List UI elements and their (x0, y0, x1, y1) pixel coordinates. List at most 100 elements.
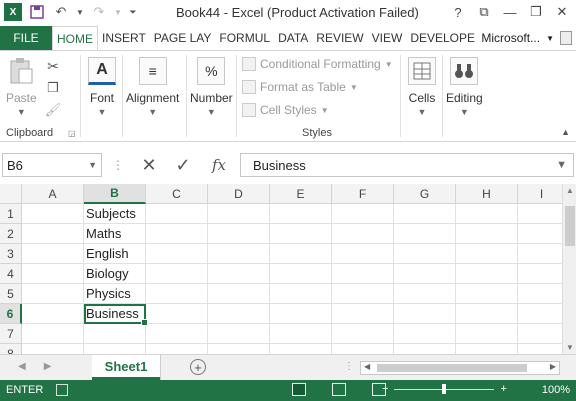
zoom-slider[interactable] (394, 383, 495, 394)
grid-cell-h2[interactable] (456, 224, 518, 244)
cut-icon[interactable]: ✂ (44, 57, 62, 75)
grid-cell-c5[interactable] (146, 284, 208, 304)
collapse-ribbon-icon[interactable]: ▲ (561, 127, 570, 137)
column-header-b[interactable]: B (84, 184, 146, 204)
tab-home[interactable]: HOME (52, 26, 98, 50)
grid-cell-c6[interactable] (146, 304, 208, 324)
macro-recording-icon[interactable] (56, 384, 68, 396)
row-header[interactable]: 1 (0, 204, 22, 224)
grid-cell-c3[interactable] (146, 244, 208, 264)
grid-cell-e1[interactable] (270, 204, 332, 224)
sheet-tab-sheet1[interactable]: Sheet1 (92, 355, 160, 380)
cell-styles-button[interactable]: Cell Styles ▼ (242, 103, 329, 117)
font-button[interactable]: A Font ▼ (88, 57, 116, 117)
vertical-scroll-thumb[interactable] (565, 206, 575, 246)
grid-cell-a7[interactable] (22, 324, 84, 344)
grid-cell-b7[interactable] (84, 324, 146, 344)
next-sheet-icon[interactable]: ▶ (44, 361, 52, 372)
scroll-left-icon[interactable]: ◀ (364, 362, 370, 371)
zoom-level[interactable]: 100% (542, 384, 570, 396)
cancel-entry-icon[interactable]: ✕ (136, 153, 162, 177)
grid-cell-d3[interactable] (208, 244, 270, 264)
grid-cell-e7[interactable] (270, 324, 332, 344)
grid-cell-h1[interactable] (456, 204, 518, 224)
grid-cell-b2[interactable]: Maths (84, 224, 146, 244)
column-header-c[interactable]: C (146, 184, 208, 204)
column-header-h[interactable]: H (456, 184, 518, 204)
row-header[interactable]: 5 (0, 284, 22, 304)
prev-sheet-icon[interactable]: ◀ (18, 361, 26, 372)
undo-dropdown-icon[interactable]: ▼ (76, 3, 84, 21)
confirm-entry-icon[interactable]: ✓ (170, 153, 196, 177)
vertical-scrollbar[interactable]: ▲ ▼ (562, 184, 576, 354)
row-header[interactable]: 7 (0, 324, 22, 344)
grid-cell-i7[interactable] (518, 324, 562, 344)
page-layout-view-icon[interactable] (332, 383, 346, 396)
grid-cell-g3[interactable] (394, 244, 456, 264)
grid-cell-c8[interactable] (146, 344, 208, 354)
grid-cell-i8[interactable] (518, 344, 562, 354)
save-icon[interactable] (28, 3, 46, 21)
clipboard-launcher-icon[interactable]: ◲ (68, 129, 76, 138)
grid-cell-g6[interactable] (394, 304, 456, 324)
grid-cell-c1[interactable] (146, 204, 208, 224)
grid-cell-f2[interactable] (332, 224, 394, 244)
grid-cell-e4[interactable] (270, 264, 332, 284)
grid-cell-g5[interactable] (394, 284, 456, 304)
grid-cell-a4[interactable] (22, 264, 84, 284)
account-menu[interactable]: Microsoft... ▼ (481, 26, 576, 50)
scroll-right-icon[interactable]: ▶ (550, 362, 556, 371)
tab-file[interactable]: FILE (0, 26, 52, 50)
horizontal-scrollbar[interactable]: ◀ ▶ (360, 361, 560, 375)
tab-split-grip-icon[interactable]: ⋮ (344, 361, 354, 372)
grid-cell-d1[interactable] (208, 204, 270, 224)
grid-cell-d4[interactable] (208, 264, 270, 284)
column-header-g[interactable]: G (394, 184, 456, 204)
worksheet-grid[interactable]: A B C D E F G H I 1 Subjects 2 Maths 3 Englis… (0, 184, 562, 354)
column-header-i[interactable]: I (518, 184, 562, 204)
grid-cell-a2[interactable] (22, 224, 84, 244)
grid-cell-h3[interactable] (456, 244, 518, 264)
format-painter-icon[interactable]: 🖌 (44, 101, 62, 119)
grid-cell-a1[interactable] (22, 204, 84, 224)
name-box-dropdown-icon[interactable]: ▼ (88, 160, 97, 170)
redo-icon[interactable]: ↷ (90, 3, 108, 21)
grid-cell-g8[interactable] (394, 344, 456, 354)
undo-icon[interactable]: ↶ (52, 3, 70, 21)
insert-function-icon[interactable]: fx (206, 153, 232, 177)
grid-cell-i3[interactable] (518, 244, 562, 264)
row-header[interactable]: 2 (0, 224, 22, 244)
close-icon[interactable]: ✕ (552, 3, 572, 21)
tab-review[interactable]: REVIEW (312, 26, 367, 50)
grid-cell-i1[interactable] (518, 204, 562, 224)
row-header[interactable]: 8 (0, 344, 22, 354)
tab-data[interactable]: DATA (274, 26, 312, 50)
grid-cell-f5[interactable] (332, 284, 394, 304)
grid-cell-i6[interactable] (518, 304, 562, 324)
grid-cell-f1[interactable] (332, 204, 394, 224)
grid-cell-f6[interactable] (332, 304, 394, 324)
horizontal-scroll-thumb[interactable] (377, 364, 527, 372)
cells-button[interactable]: Cells ▼ (408, 57, 436, 117)
name-box[interactable]: B6 ▼ (2, 153, 102, 177)
select-all-corner[interactable] (0, 184, 22, 204)
grid-cell-g1[interactable] (394, 204, 456, 224)
scroll-up-icon[interactable]: ▲ (563, 186, 576, 195)
grid-cell-f4[interactable] (332, 264, 394, 284)
grid-cell-h4[interactable] (456, 264, 518, 284)
normal-view-icon[interactable] (292, 383, 306, 396)
minimize-icon[interactable]: — (500, 3, 520, 21)
grid-cell-h5[interactable] (456, 284, 518, 304)
grid-cell-e5[interactable] (270, 284, 332, 304)
add-sheet-icon[interactable]: + (190, 359, 206, 375)
column-header-a[interactable]: A (22, 184, 84, 204)
grid-cell-f3[interactable] (332, 244, 394, 264)
tab-developer[interactable]: DEVELOPE (406, 26, 479, 50)
editing-button[interactable]: Editing ▼ (446, 57, 483, 117)
grid-cell-h7[interactable] (456, 324, 518, 344)
grid-cell-d8[interactable] (208, 344, 270, 354)
grid-cell-f7[interactable] (332, 324, 394, 344)
tab-insert[interactable]: INSERT (98, 26, 150, 50)
grid-cell-d7[interactable] (208, 324, 270, 344)
grid-cell-h8[interactable] (456, 344, 518, 354)
